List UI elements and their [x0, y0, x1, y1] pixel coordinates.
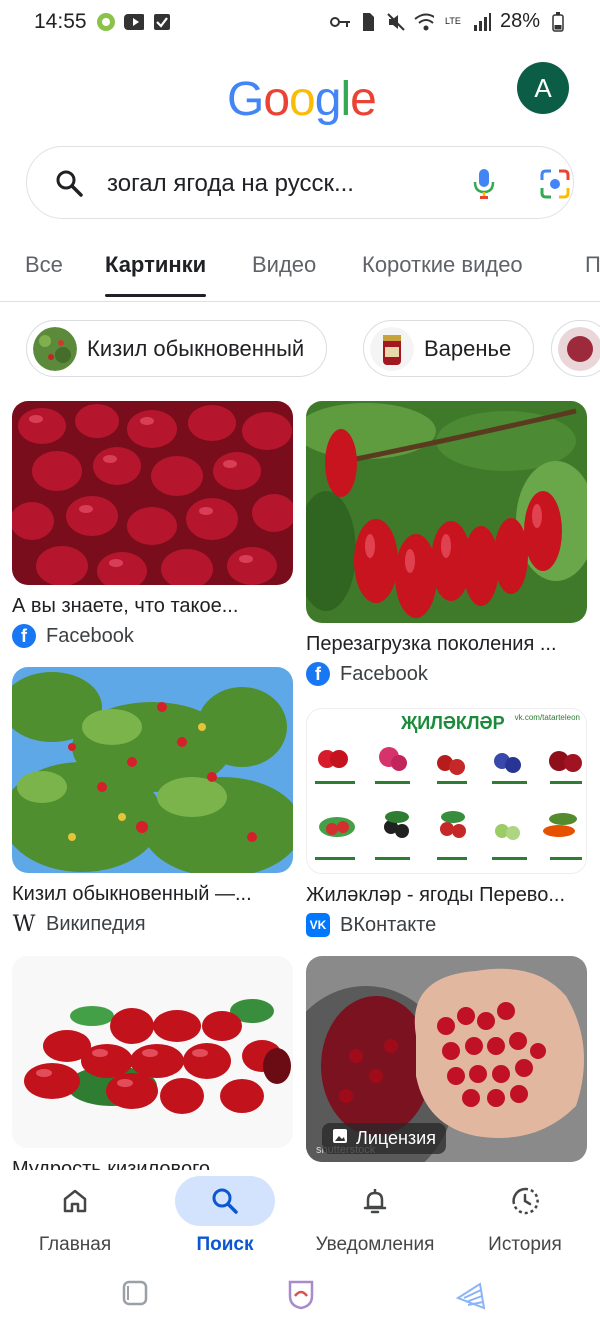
search-bar[interactable]: зогал ягода на русск...	[26, 146, 574, 219]
search-query[interactable]: зогал ягода на русск...	[107, 170, 354, 198]
result-source[interactable]: W Википедия	[12, 912, 293, 937]
search-icon	[175, 1176, 275, 1226]
source-name: Википедия	[46, 913, 146, 935]
recent-apps-icon[interactable]	[120, 1278, 150, 1313]
app-notification-icon	[96, 12, 116, 32]
chip-cornelian-cherry[interactable]: Кизил обыкновенный	[26, 320, 328, 377]
bottom-navigation: Главная Поиск Уведомления История	[0, 1170, 600, 1270]
image-result-3[interactable]: Кизил обыкновенный —... W Википедия	[12, 667, 293, 937]
source-name: Facebook	[46, 624, 134, 647]
image-result-2[interactable]: Перезагрузка поколения ... f Facebook	[306, 401, 587, 686]
volte-icon: LTE	[442, 12, 464, 32]
youtube-icon	[124, 12, 144, 32]
tab-more[interactable]: П	[585, 252, 600, 278]
status-left-icons	[96, 12, 172, 32]
source-name: Facebook	[340, 662, 428, 685]
google-logo[interactable]: Google	[227, 72, 377, 127]
nav-search-label: Поиск	[196, 1234, 254, 1255]
home-icon	[25, 1176, 125, 1226]
image-result-4[interactable]: vk.com/tatarteleon ҖИЛӘКЛӘР Жиләкләр - я…	[306, 708, 587, 937]
tab-all[interactable]: Все	[25, 252, 63, 278]
result-image[interactable]: shutterstock Лицензия	[306, 956, 587, 1162]
sim-icon	[358, 12, 378, 32]
image-icon	[332, 1128, 348, 1149]
result-title[interactable]: Перезагрузка поколения ...	[306, 633, 586, 656]
search-icon	[55, 169, 83, 202]
image-result-6[interactable]: shutterstock Лицензия	[306, 956, 587, 1162]
chip-label: Кизил обыкновенный	[87, 335, 305, 361]
nav-notifications[interactable]: Уведомления	[300, 1170, 450, 1256]
mute-icon	[386, 12, 406, 32]
chip-thumbnail	[33, 326, 77, 371]
checkbox-notification-icon	[152, 12, 172, 32]
result-title[interactable]: А вы знаете, что такое...	[12, 595, 292, 618]
nav-home[interactable]: Главная	[0, 1170, 150, 1256]
chip-thumbnail	[370, 326, 414, 371]
system-navigation	[0, 1270, 600, 1332]
history-icon	[475, 1176, 575, 1226]
chip-thumbnail	[558, 326, 600, 371]
result-source[interactable]: VK ВКонтакте	[306, 913, 587, 937]
nav-history-label: История	[488, 1234, 562, 1255]
wifi-icon	[414, 12, 434, 32]
account-avatar[interactable]: A	[517, 62, 569, 114]
status-right-icons: LTE 28%	[329, 10, 568, 33]
chip-label: Варенье	[424, 335, 512, 361]
signal-icon	[472, 12, 492, 32]
tab-video[interactable]: Видео	[252, 252, 316, 278]
facebook-icon: f	[306, 662, 330, 686]
source-name: ВКонтакте	[340, 913, 437, 936]
bell-icon	[325, 1176, 425, 1226]
result-source[interactable]: f Facebook	[12, 624, 293, 648]
status-bar: 14:55 LTE 28%	[0, 0, 600, 44]
result-image[interactable]	[12, 956, 293, 1148]
google-lens-icon[interactable]	[539, 168, 571, 205]
facebook-icon: f	[12, 624, 36, 648]
result-image[interactable]: vk.com/tatarteleon ҖИЛӘКЛӘР	[306, 708, 587, 874]
nav-notifications-label: Уведомления	[315, 1234, 435, 1255]
microphone-icon[interactable]	[471, 168, 497, 205]
result-title[interactable]: Кизил обыкновенный —...	[12, 883, 292, 906]
poster-site: vk.com/tatarteleon	[514, 713, 580, 722]
chip-jam[interactable]: Варенье	[363, 320, 535, 377]
result-title[interactable]: Жиләкләр - ягоды Перево...	[306, 884, 586, 907]
nav-home-label: Главная	[38, 1234, 112, 1255]
chip-more[interactable]	[551, 320, 600, 377]
berries-white-image	[12, 956, 293, 1148]
home-shield-icon[interactable]	[286, 1278, 316, 1315]
search-tabs: Все Картинки Видео Короткие видео П	[0, 248, 600, 302]
tab-short-video[interactable]: Короткие видео	[362, 252, 523, 278]
network-type: LTE	[445, 16, 461, 26]
battery-icon	[548, 11, 568, 32]
nav-search[interactable]: Поиск	[150, 1170, 300, 1256]
tab-images[interactable]: Картинки	[105, 252, 207, 297]
poster-heading: ҖИЛӘКЛӘР	[401, 713, 505, 733]
cornel-branch-image	[306, 401, 587, 623]
cornel-tree-image	[12, 667, 293, 873]
result-image[interactable]	[12, 401, 293, 585]
battery-percent: 28%	[499, 10, 540, 32]
image-result-1[interactable]: А вы знаете, что такое... f Facebook	[12, 401, 293, 648]
result-image[interactable]	[306, 401, 587, 623]
key-icon	[329, 12, 350, 32]
result-source[interactable]: f Facebook	[306, 662, 587, 686]
berries-image	[12, 401, 293, 585]
wikipedia-icon: W	[12, 912, 36, 937]
vk-icon: VK	[306, 913, 330, 937]
nav-history[interactable]: История	[450, 1170, 600, 1256]
license-badge[interactable]: Лицензия	[322, 1123, 446, 1154]
status-time: 14:55	[34, 10, 87, 33]
assistant-icon[interactable]	[454, 1278, 488, 1317]
license-label: Лицензия	[356, 1128, 436, 1148]
result-image[interactable]	[12, 667, 293, 873]
image-result-5[interactable]: Мудрость кизилового	[12, 956, 293, 1181]
